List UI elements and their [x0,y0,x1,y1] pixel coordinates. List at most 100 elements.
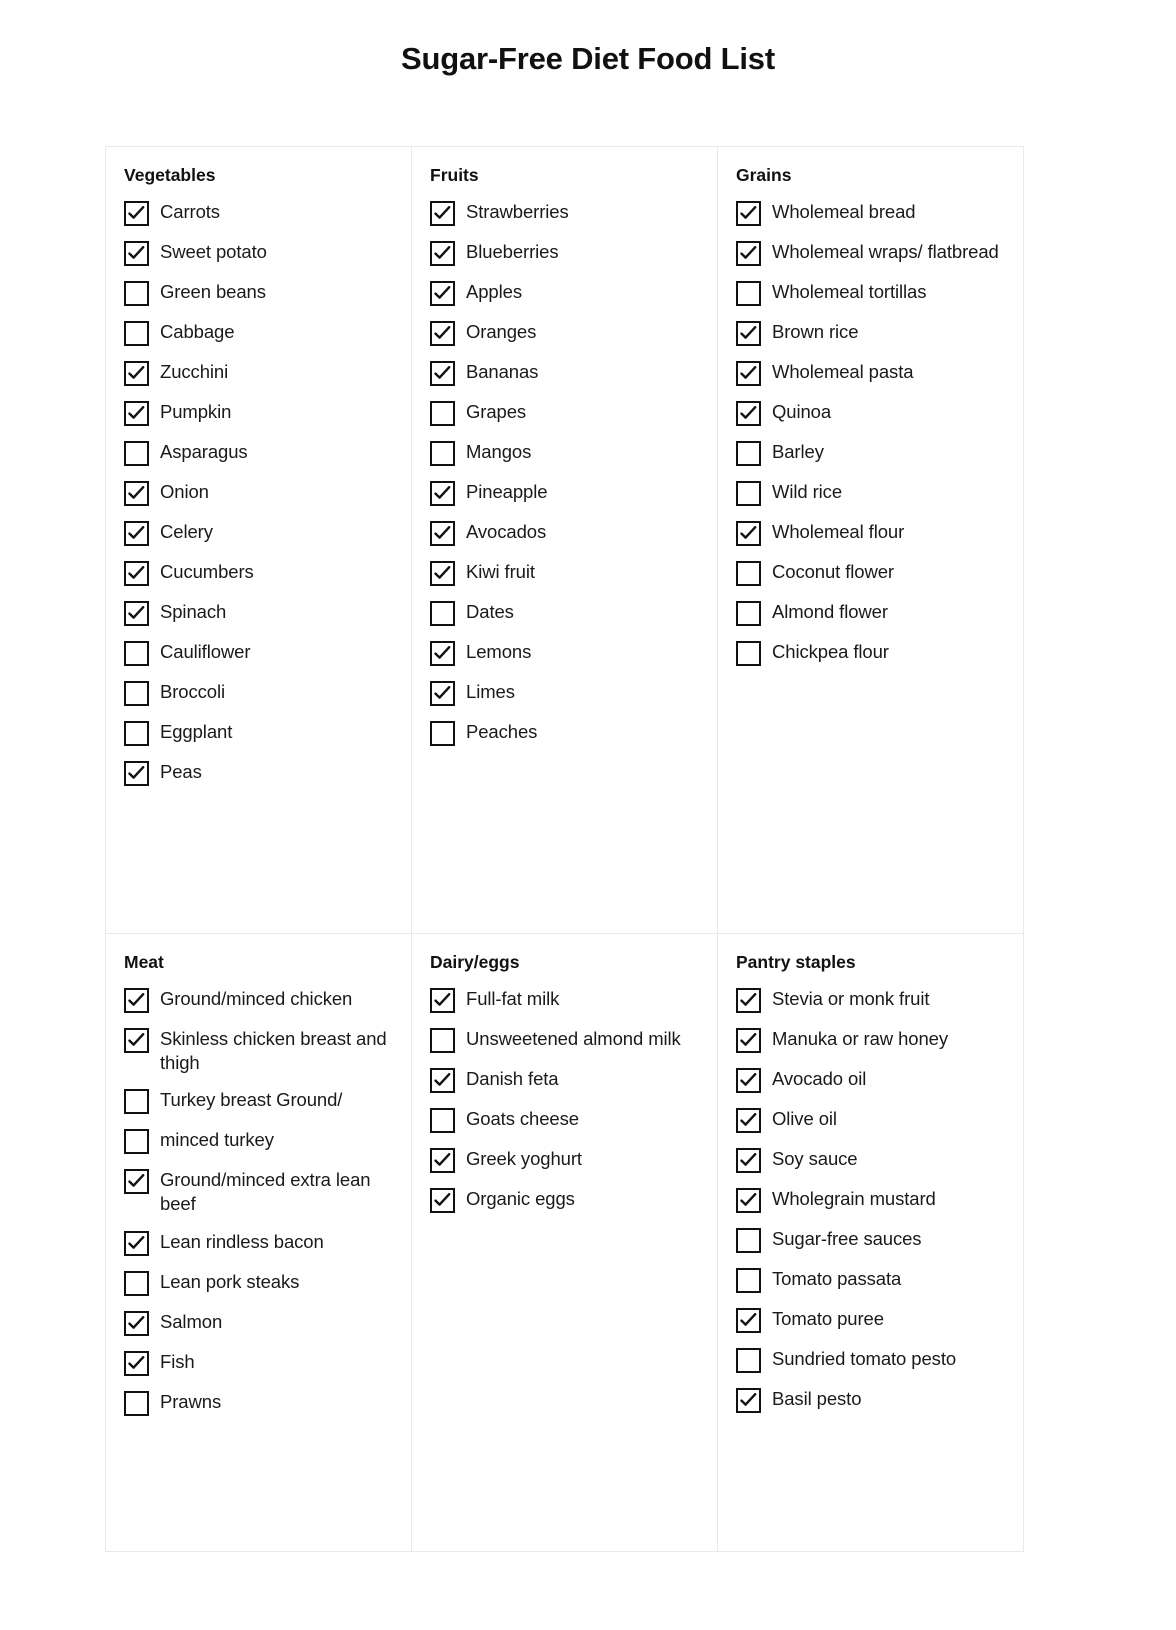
list-item[interactable]: Goats cheese [430,1107,699,1133]
checkbox-checked[interactable] [430,988,455,1013]
list-item[interactable]: Brown rice [736,320,1005,346]
list-item[interactable]: Skinless chicken breast and thigh [124,1027,393,1074]
checkbox-unchecked[interactable] [736,1228,761,1253]
list-item[interactable]: Quinoa [736,400,1005,426]
checkbox-checked[interactable] [124,241,149,266]
checkbox-checked[interactable] [124,201,149,226]
list-item[interactable]: Lean pork steaks [124,1270,393,1296]
list-item[interactable]: Soy sauce [736,1147,1005,1173]
checkbox-checked[interactable] [430,561,455,586]
list-item[interactable]: Tomato passata [736,1267,1005,1293]
list-item[interactable]: Cauliflower [124,640,393,666]
checkbox-unchecked[interactable] [736,281,761,306]
checkbox-unchecked[interactable] [430,721,455,746]
list-item[interactable]: Peaches [430,720,699,746]
list-item[interactable]: Ground/minced chicken [124,987,393,1013]
checkbox-unchecked[interactable] [124,1270,149,1296]
checkbox-checked[interactable] [736,241,761,266]
checkbox-unchecked[interactable] [430,401,455,426]
checkbox-checked[interactable] [124,481,149,506]
checkbox-unchecked[interactable] [124,641,149,666]
list-item[interactable]: Wild rice [736,480,1005,506]
checkbox-checked[interactable] [736,1388,761,1413]
list-item[interactable]: Carrots [124,200,393,226]
checkbox-unchecked[interactable] [124,681,149,706]
checkbox-checked[interactable] [124,1350,149,1376]
checkbox-checked[interactable] [430,481,455,506]
list-item[interactable]: Wholemeal pasta [736,360,1005,386]
checkbox-checked[interactable] [430,1068,455,1093]
checkbox-checked[interactable] [736,1148,761,1173]
checkbox-checked[interactable] [736,1188,761,1213]
checkbox-unchecked[interactable] [430,441,455,466]
list-item[interactable]: Wholegrain mustard [736,1187,1005,1213]
list-item[interactable]: Strawberries [430,200,699,226]
list-item[interactable]: Chickpea flour [736,640,1005,666]
list-item[interactable]: Lemons [430,640,699,666]
checkbox-checked[interactable] [430,1188,455,1213]
list-item[interactable]: Prawns [124,1390,393,1416]
list-item[interactable]: Greek yoghurt [430,1147,699,1173]
checkbox-unchecked[interactable] [430,1108,455,1133]
list-item[interactable]: Cabbage [124,320,393,346]
checkbox-checked[interactable] [124,401,149,426]
checkbox-unchecked[interactable] [736,481,761,506]
list-item[interactable]: Wholemeal flour [736,520,1005,546]
checkbox-unchecked[interactable] [124,721,149,746]
list-item[interactable]: Spinach [124,600,393,626]
list-item[interactable]: Pumpkin [124,400,393,426]
list-item[interactable]: Turkey breast Ground/ [124,1088,393,1115]
checkbox-unchecked[interactable] [736,561,761,586]
list-item[interactable]: Apples [430,280,699,306]
checkbox-unchecked[interactable] [736,1348,761,1373]
list-item[interactable]: Avocados [430,520,699,546]
list-item[interactable]: Unsweetened almond milk [430,1027,699,1053]
list-item[interactable]: Almond flower [736,600,1005,626]
list-item[interactable]: Coconut flower [736,560,1005,586]
checkbox-unchecked[interactable] [124,281,149,306]
checkbox-checked[interactable] [736,401,761,426]
checkbox-checked[interactable] [124,1028,149,1053]
list-item[interactable]: Ground/minced extra lean beef [124,1168,393,1215]
checkbox-checked[interactable] [430,681,455,706]
checkbox-unchecked[interactable] [736,1268,761,1293]
list-item[interactable]: Dates [430,600,699,626]
list-item[interactable]: Broccoli [124,680,393,706]
list-item[interactable]: Sugar-free sauces [736,1227,1005,1253]
checkbox-checked[interactable] [736,321,761,346]
checkbox-unchecked[interactable] [736,601,761,626]
checkbox-checked[interactable] [736,1028,761,1053]
checkbox-checked[interactable] [736,1108,761,1133]
list-item[interactable]: Full-fat milk [430,987,699,1013]
list-item[interactable]: Asparagus [124,440,393,466]
checkbox-checked[interactable] [124,1169,149,1195]
checkbox-unchecked[interactable] [124,1089,149,1115]
list-item[interactable]: Danish feta [430,1067,699,1093]
list-item[interactable]: Sundried tomato pesto [736,1347,1005,1373]
list-item[interactable]: Fish [124,1350,393,1376]
checkbox-checked[interactable] [430,641,455,666]
list-item[interactable]: Olive oil [736,1107,1005,1133]
list-item[interactable]: Cucumbers [124,560,393,586]
checkbox-checked[interactable] [124,761,149,786]
checkbox-checked[interactable] [124,1230,149,1256]
list-item[interactable]: Tomato puree [736,1307,1005,1333]
list-item[interactable]: Onion [124,480,393,506]
checkbox-checked[interactable] [430,1148,455,1173]
list-item[interactable]: Green beans [124,280,393,306]
checkbox-checked[interactable] [430,241,455,266]
list-item[interactable]: Celery [124,520,393,546]
checkbox-checked[interactable] [124,601,149,626]
list-item[interactable]: Stevia or monk fruit [736,987,1005,1013]
checkbox-checked[interactable] [124,988,149,1013]
list-item[interactable]: Peas [124,760,393,786]
checkbox-checked[interactable] [736,201,761,226]
list-item[interactable]: Wholemeal tortillas [736,280,1005,306]
checkbox-checked[interactable] [124,1310,149,1336]
checkbox-checked[interactable] [736,988,761,1013]
checkbox-unchecked[interactable] [124,441,149,466]
list-item[interactable]: Salmon [124,1310,393,1336]
list-item[interactable]: Kiwi fruit [430,560,699,586]
list-item[interactable]: Zucchini [124,360,393,386]
list-item[interactable]: Manuka or raw honey [736,1027,1005,1053]
